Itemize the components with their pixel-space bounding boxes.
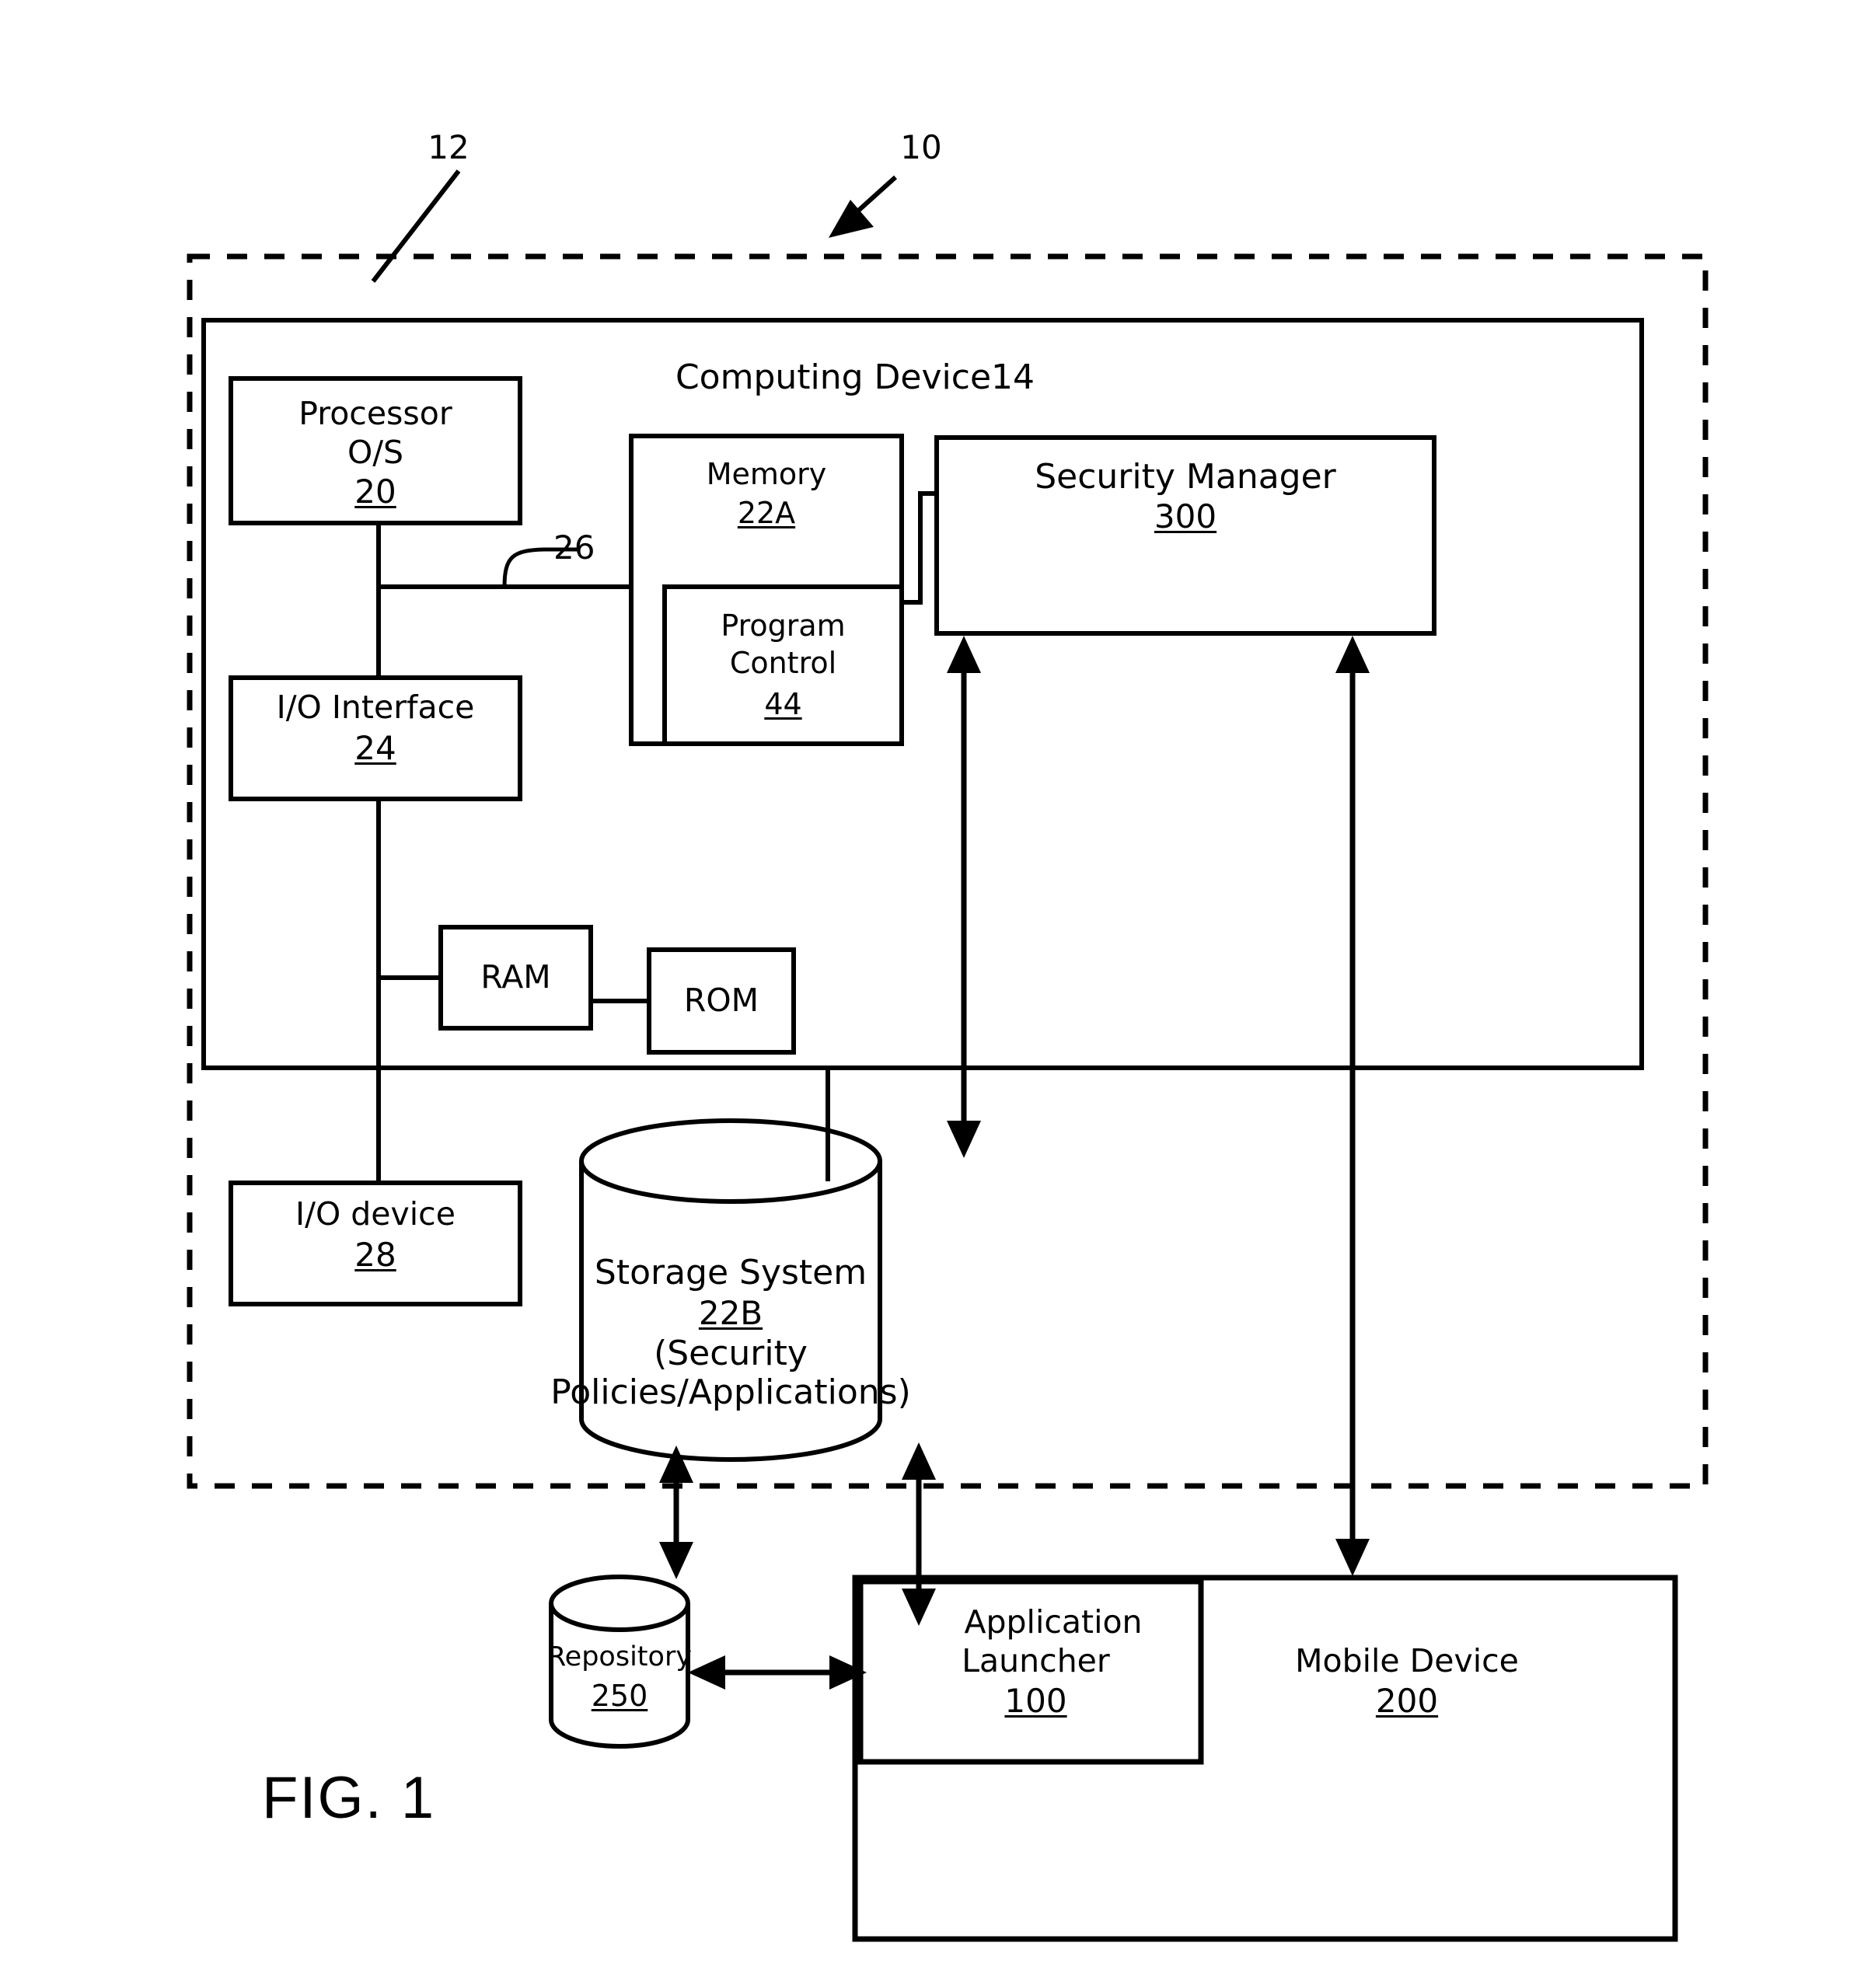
computing-device-box bbox=[201, 318, 1644, 1070]
io-device-box bbox=[229, 1181, 522, 1306]
ram-box bbox=[438, 925, 593, 1031]
io-interface-box bbox=[229, 675, 522, 801]
storage-system-cylinder-top bbox=[579, 1118, 882, 1204]
callout-12-leader bbox=[371, 169, 461, 283]
repository-to-launcher-arrowhead-left bbox=[688, 1655, 725, 1690]
memory-to-security-manager-connector bbox=[902, 491, 937, 605]
storage-to-launcher-arrowhead-down bbox=[902, 1589, 936, 1626]
security-manager-to-storage-arrowhead-down bbox=[947, 1121, 981, 1158]
rom-box bbox=[647, 947, 796, 1055]
figure-vector-layer bbox=[187, 169, 1709, 1942]
figure-caption: FIG. 1 bbox=[262, 1765, 436, 1831]
security-manager-to-storage-arrowhead-up bbox=[947, 636, 981, 673]
storage-to-repository-arrowhead-down bbox=[659, 1542, 693, 1579]
repository-cylinder-top bbox=[549, 1575, 690, 1632]
patent-figure-1: 12 10 26 Computing Device14 Processor O/… bbox=[0, 0, 1871, 1988]
storage-to-repository-arrowhead-up bbox=[659, 1446, 693, 1483]
security-manager-to-mobile-arrowhead-down bbox=[1335, 1539, 1370, 1576]
environment-dashed-boundary bbox=[187, 253, 1709, 1489]
mobile-device-box bbox=[852, 1575, 1678, 1942]
security-manager-to-mobile-arrowhead-up bbox=[1335, 636, 1370, 673]
callout-26-leader bbox=[502, 547, 577, 588]
storage-to-launcher-arrowhead-up bbox=[902, 1442, 936, 1480]
repository-cylinder-body bbox=[549, 1603, 690, 1749]
memory-box bbox=[629, 434, 904, 746]
storage-system-cylinder-body bbox=[579, 1161, 882, 1462]
program-control-box bbox=[662, 584, 904, 746]
security-manager-box bbox=[934, 435, 1436, 636]
processor-box bbox=[229, 376, 522, 525]
